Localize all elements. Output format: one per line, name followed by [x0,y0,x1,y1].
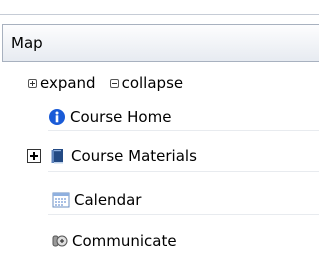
expand-collapse-controls: expand collapse [28,70,183,96]
expand-label: expand [40,74,96,92]
minus-icon [109,78,119,88]
map-header: Map [2,24,319,62]
tree-item-label: Course Home [70,108,172,126]
expand-button[interactable]: expand [28,74,96,92]
calendar-icon [52,192,70,208]
info-icon [49,109,65,125]
communicate-icon [52,235,68,247]
collapse-label: collapse [121,74,184,92]
book-icon [51,149,63,164]
expand-toggle-icon[interactable] [27,149,41,163]
tree-item-course-home[interactable]: Course Home [48,104,171,130]
plus-icon [28,78,37,88]
tree-item-communicate[interactable]: Communicate [50,228,177,254]
map-title: Map [11,34,43,52]
tree-item-course-materials[interactable]: Course Materials [27,143,197,169]
collapse-button[interactable]: collapse [109,74,184,92]
tree-item-label: Communicate [72,232,177,250]
tree-item-label: Course Materials [71,147,197,165]
top-divider [0,14,319,15]
tree-item-calendar[interactable]: Calendar [52,187,141,213]
tree-item-label: Calendar [74,191,142,209]
